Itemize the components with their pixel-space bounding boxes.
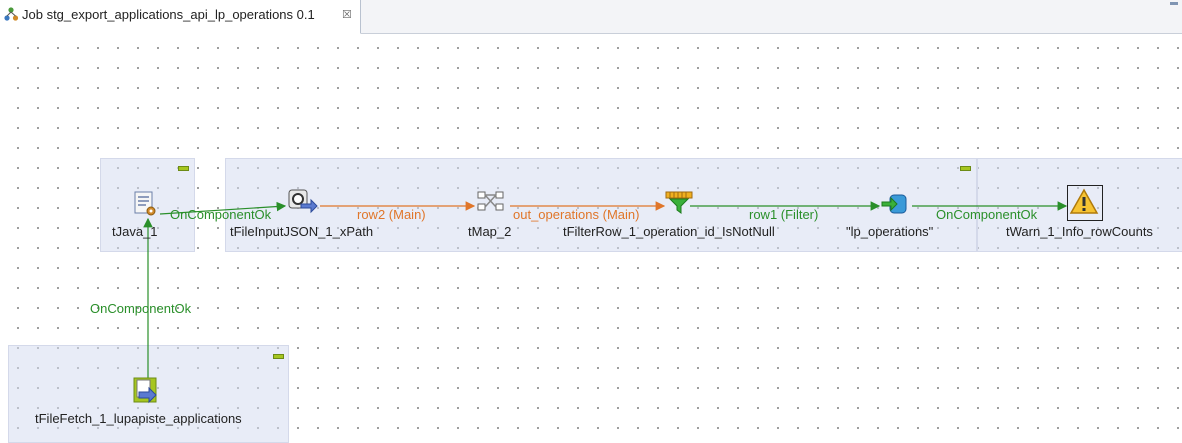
tmap-icon[interactable] [476, 190, 506, 216]
component-label-twarn: tWarn_1_Info_rowCounts [1006, 224, 1153, 239]
editor-tab-bar: Job stg_export_applications_api_lp_opera… [0, 0, 1182, 34]
connection-label-row1[interactable]: row1 (Filter) [749, 207, 818, 222]
job-design-canvas[interactable]: tJava_1 tFileInputJSON_1_xPath tMap_2 tF… [0, 34, 1182, 443]
tab-title: Job stg_export_applications_api_lp_opera… [22, 7, 315, 22]
tjava-icon[interactable] [133, 191, 159, 217]
connection-label-oncomponentok[interactable]: OnComponentOk [90, 301, 191, 316]
tfilefetch-icon[interactable] [133, 377, 161, 405]
component-label-lp-operations: "lp_operations" [846, 224, 934, 239]
minimize-icon[interactable] [1170, 2, 1178, 5]
job-editor-tab[interactable]: Job stg_export_applications_api_lp_opera… [0, 0, 361, 34]
component-label-tfilefetch: tFileFetch_1_lupapiste_applications [35, 411, 242, 426]
connection-label-out-operations[interactable]: out_operations (Main) [513, 207, 639, 222]
tfilterrow-icon[interactable] [664, 190, 694, 216]
connection-label-oncomponentok[interactable]: OnComponentOk [936, 207, 1037, 222]
close-icon[interactable]: ☒ [342, 8, 352, 21]
component-label-tfileinputjson: tFileInputJSON_1_xPath [230, 224, 374, 239]
job-icon [4, 7, 19, 21]
lp-operations-output-icon[interactable] [880, 191, 910, 217]
connection-label-row2[interactable]: row2 (Main) [357, 207, 426, 222]
warning-icon[interactable] [1069, 187, 1099, 217]
tfileinputjson-icon[interactable] [287, 188, 319, 216]
component-label-tmap: tMap_2 [468, 224, 512, 239]
component-label-tfilterrow: tFilterRow_1_operation_id_IsNotNull [563, 224, 775, 239]
component-label-tjava: tJava_1 [112, 224, 158, 239]
connection-label-oncomponentok[interactable]: OnComponentOk [170, 207, 271, 222]
